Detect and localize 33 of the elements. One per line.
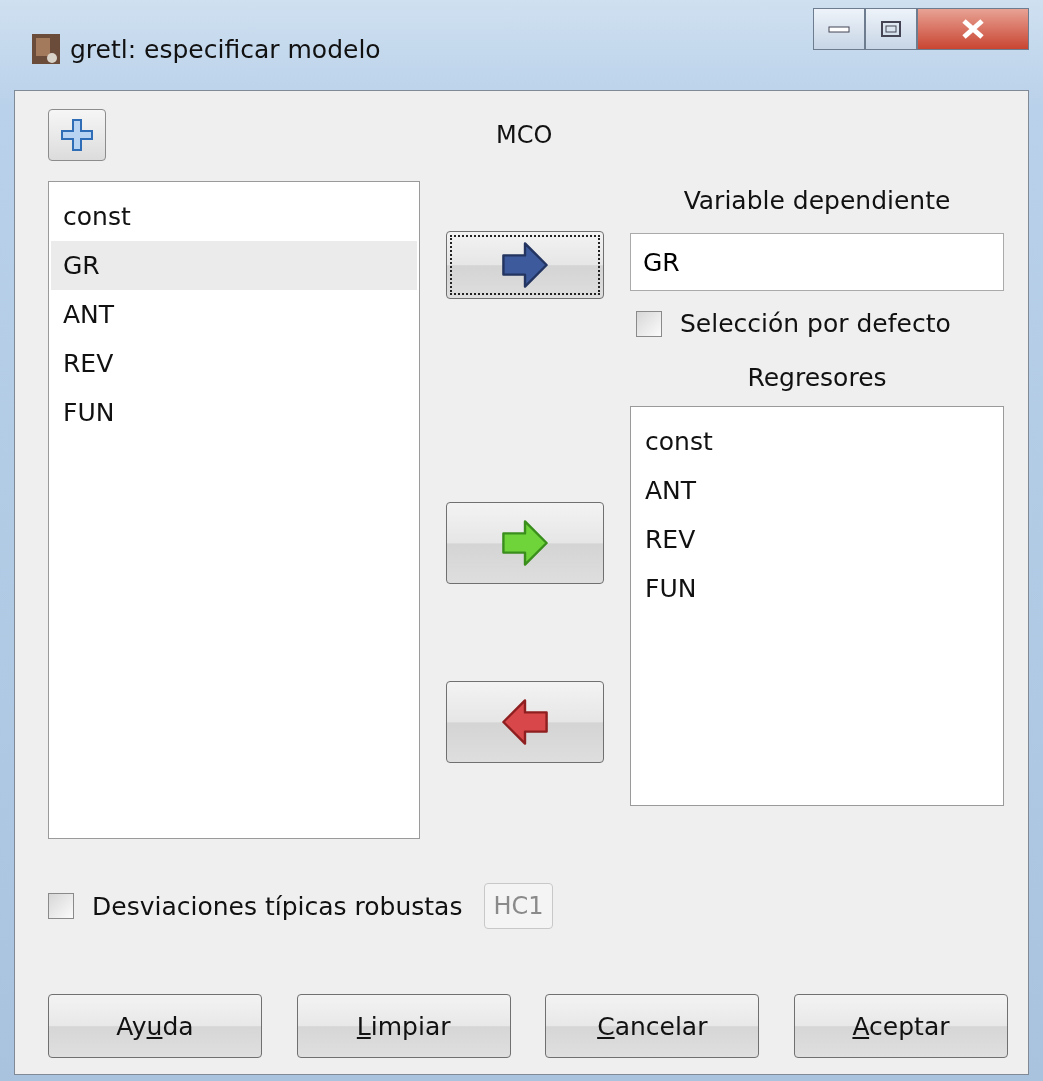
- regressor-list[interactable]: const ANT REV FUN: [630, 406, 1004, 806]
- dependent-field[interactable]: GR: [630, 233, 1004, 291]
- dependent-heading: Variable dependiente: [682, 185, 952, 217]
- dialog-button[interactable]: Aceptar: [793, 994, 1008, 1058]
- maximize-button[interactable]: [865, 8, 917, 50]
- plus-icon: [59, 117, 95, 153]
- move-button[interactable]: [446, 231, 604, 299]
- minimize-icon: [828, 24, 850, 34]
- checkbox[interactable]: [636, 310, 662, 337]
- maximize-icon: [880, 20, 902, 38]
- regressor-item[interactable]: const: [633, 417, 1001, 466]
- checkbox-label: Selección por defecto: [680, 309, 951, 338]
- variable-item[interactable]: REV: [51, 339, 417, 388]
- close-icon: [960, 18, 986, 40]
- window-title: gretl: especificar modelo: [70, 34, 381, 64]
- variable-item[interactable]: const: [51, 192, 417, 241]
- minimize-button[interactable]: [813, 8, 865, 50]
- dialog-button[interactable]: Ayuda: [48, 994, 262, 1058]
- variable-item[interactable]: FUN: [51, 388, 417, 437]
- regressor-item[interactable]: ANT: [633, 466, 1001, 515]
- regressor-item[interactable]: REV: [633, 515, 1001, 564]
- app-icon: [32, 34, 60, 64]
- variable-list[interactable]: const GR ANT REV FUN: [48, 181, 420, 839]
- dialog-button[interactable]: Cancelar: [545, 994, 760, 1058]
- regressors-heading: Regresores: [746, 362, 888, 394]
- close-button[interactable]: [917, 8, 1029, 50]
- checkbox-label: Desviaciones típicas robustas: [92, 891, 463, 921]
- variable-item[interactable]: GR: [51, 241, 417, 290]
- regressor-item[interactable]: FUN: [633, 564, 1001, 613]
- add-button[interactable]: [48, 109, 106, 161]
- dialog-button[interactable]: Limpiar: [296, 994, 511, 1058]
- estimator-label: MCO: [496, 121, 553, 149]
- variable-item[interactable]: ANT: [51, 290, 417, 339]
